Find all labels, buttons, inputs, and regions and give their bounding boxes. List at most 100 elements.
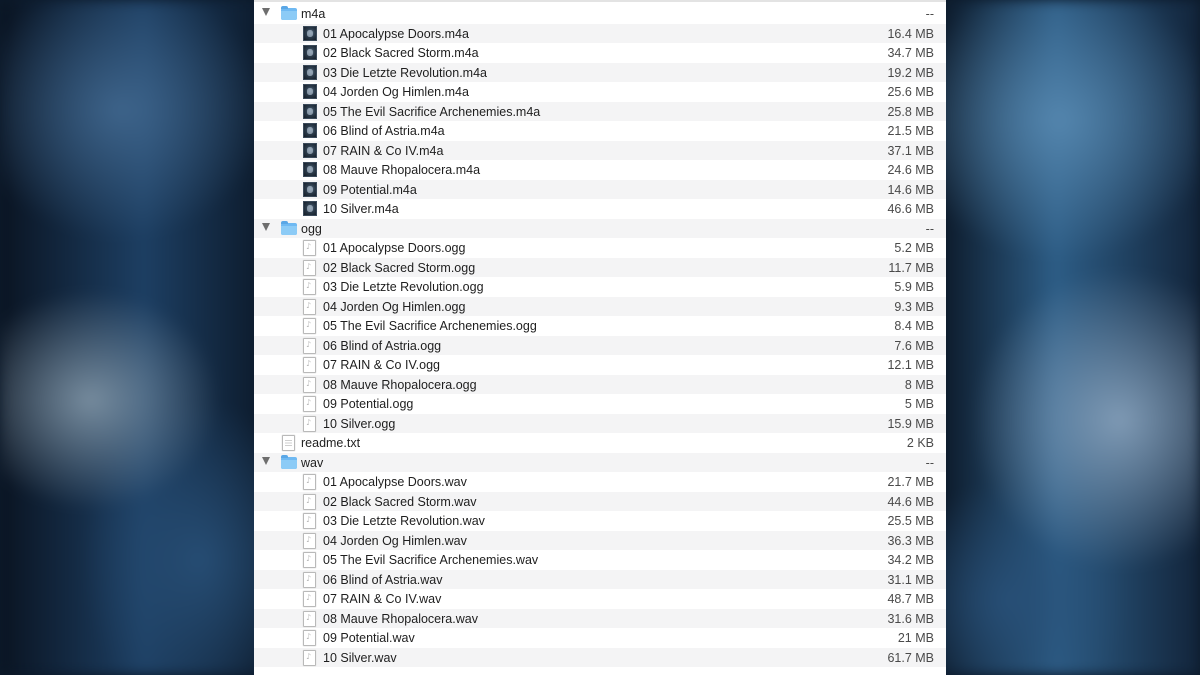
file-row[interactable]: 01 Apocalypse Doors.m4a 16.4 MB (254, 23, 946, 43)
m4a-file-icon (303, 181, 317, 197)
file-name: 09 Potential.wav (323, 631, 415, 645)
file-size: 21.7 MB (887, 475, 934, 489)
file-size: -- (925, 455, 934, 470)
file-row[interactable]: 01 Apocalypse Doors.wav 21.7 MB (254, 472, 946, 492)
file-name: 09 Potential.m4a (323, 182, 417, 197)
file-row[interactable]: 07 RAIN & Co IV.ogg 12.1 MB (254, 355, 946, 375)
file-name: 06 Blind of Astria.m4a (323, 124, 445, 138)
file-row[interactable]: 02 Black Sacred Storm.wav 44.6 MB (254, 491, 946, 511)
file-row[interactable]: 02 Black Sacred Storm.m4a 34.7 MB (254, 43, 946, 63)
file-size: 7.6 MB (894, 338, 934, 353)
text-file-icon (282, 435, 295, 451)
file-size: 21 MB (897, 631, 934, 645)
file-row[interactable]: 05 The Evil Sacrifice Archenemies.wav 34.… (254, 550, 946, 570)
file-name: 02 Black Sacred Storm.ogg (323, 260, 476, 275)
m4a-file-icon (303, 64, 317, 80)
file-row[interactable]: 05 The Evil Sacrifice Archenemies.m4a 25.… (254, 101, 946, 121)
file-name: 05 The Evil Sacrifice Archenemies.ogg (323, 319, 537, 333)
m4a-file-icon (303, 142, 317, 158)
folder-row[interactable]: ogg -- (254, 218, 946, 238)
file-size: 34.7 MB (887, 46, 934, 60)
file-row[interactable]: 03 Die Letzte Revolution.m4a 19.2 MB (254, 62, 946, 82)
file-size: 5.9 MB (894, 280, 934, 294)
file-name: 01 Apocalypse Doors.m4a (323, 26, 469, 41)
audio-file-icon (303, 493, 316, 510)
file-size: 5 MB (904, 397, 934, 411)
file-name: 09 Potential.ogg (323, 397, 414, 411)
file-row[interactable]: 10 Silver.wav 61.7 MB (254, 647, 946, 667)
file-name: 02 Black Sacred Storm.m4a (323, 46, 479, 60)
file-row[interactable]: 08 Mauve Rhopalocera.m4a 24.6 MB (254, 160, 946, 180)
audio-file-icon (303, 298, 316, 315)
disclosure-triangle-icon[interactable] (262, 456, 270, 465)
file-name: 03 Die Letzte Revolution.wav (323, 514, 485, 528)
folder-icon (281, 220, 297, 235)
audio-file-icon (303, 259, 316, 276)
file-name: 08 Mauve Rhopalocera.m4a (323, 163, 481, 177)
file-name: 04 Jorden Og Himlen.ogg (323, 299, 466, 314)
m4a-file-icon (303, 162, 317, 177)
file-row[interactable]: 03 Die Letzte Revolution.ogg 5.9 MB (254, 277, 946, 297)
file-size: 8 MB (904, 377, 934, 392)
file-name: 04 Jorden Og Himlen.m4a (323, 85, 469, 99)
file-row[interactable]: 09 Potential.wav 21 MB (254, 628, 946, 648)
file-row[interactable]: 09 Potential.ogg 5 MB (254, 394, 946, 414)
m4a-file-icon (303, 201, 317, 216)
file-row[interactable]: 09 Potential.m4a 14.6 MB (254, 179, 946, 199)
file-row[interactable]: 02 Black Sacred Storm.ogg 11.7 MB (254, 257, 946, 277)
file-size: 25.6 MB (887, 85, 934, 99)
file-name: 05 The Evil Sacrifice Archenemies.wav (323, 553, 539, 567)
m4a-file-icon (303, 25, 317, 41)
finder-list-window: m4a -- 01 Apocalypse Doors.m4a 16.4 MB 02 Bl… (254, 0, 946, 675)
file-size: -- (925, 221, 934, 236)
file-size: 44.6 MB (887, 494, 934, 509)
disclosure-triangle-icon[interactable] (262, 222, 270, 231)
file-row[interactable]: 04 Jorden Og Himlen.m4a 25.6 MB (254, 82, 946, 102)
audio-file-icon (303, 337, 316, 354)
audio-file-icon (303, 240, 316, 256)
folder-row[interactable]: wav -- (254, 452, 946, 472)
file-size: 14.6 MB (887, 182, 934, 197)
file-row[interactable]: 05 The Evil Sacrifice Archenemies.ogg 8.4… (254, 316, 946, 336)
file-name: m4a (301, 7, 326, 21)
file-size: 31.1 MB (887, 572, 934, 587)
file-row[interactable]: 06 Blind of Astria.ogg 7.6 MB (254, 335, 946, 355)
file-row[interactable]: 08 Mauve Rhopalocera.ogg 8 MB (254, 374, 946, 394)
file-row[interactable]: 10 Silver.ogg 15.9 MB (254, 413, 946, 433)
file-size: 24.6 MB (887, 163, 934, 177)
file-row[interactable]: 07 RAIN & Co IV.wav 48.7 MB (254, 589, 946, 609)
audio-file-icon (303, 552, 316, 568)
file-row[interactable]: 06 Blind of Astria.m4a 21.5 MB (254, 121, 946, 141)
audio-file-icon (303, 649, 316, 666)
audio-file-icon (303, 591, 316, 607)
file-name: 10 Silver.ogg (323, 416, 396, 431)
file-name: 03 Die Letzte Revolution.ogg (323, 280, 484, 294)
audio-file-icon (303, 318, 316, 334)
file-row[interactable]: 01 Apocalypse Doors.ogg 5.2 MB (254, 238, 946, 258)
m4a-file-icon (303, 123, 317, 138)
file-row[interactable]: 08 Mauve Rhopalocera.wav 31.6 MB (254, 608, 946, 628)
file-name: 07 RAIN & Co IV.m4a (323, 143, 444, 158)
file-name: wav (301, 455, 324, 470)
file-row[interactable]: 10 Silver.m4a 46.6 MB (254, 199, 946, 219)
file-name: 10 Silver.m4a (323, 202, 399, 216)
file-row[interactable]: 07 RAIN & Co IV.m4a 37.1 MB (254, 140, 946, 160)
file-name: 07 RAIN & Co IV.ogg (323, 358, 440, 372)
folder-row[interactable]: m4a -- (254, 4, 946, 24)
file-size: 37.1 MB (887, 143, 934, 158)
file-row[interactable]: 04 Jorden Og Himlen.wav 36.3 MB (254, 530, 946, 550)
file-size: 12.1 MB (887, 358, 934, 372)
file-name: 02 Black Sacred Storm.wav (323, 494, 477, 509)
audio-file-icon (303, 610, 316, 627)
m4a-file-icon (303, 84, 317, 99)
file-name: 01 Apocalypse Doors.wav (323, 475, 467, 489)
file-name: 04 Jorden Og Himlen.wav (323, 533, 467, 548)
file-row[interactable]: 04 Jorden Og Himlen.ogg 9.3 MB (254, 296, 946, 316)
file-row[interactable]: 03 Die Letzte Revolution.wav 25.5 MB (254, 511, 946, 531)
file-size: 16.4 MB (887, 26, 934, 41)
file-row[interactable]: readme.txt 2 KB (254, 433, 946, 453)
file-name: 07 RAIN & Co IV.wav (323, 592, 442, 606)
disclosure-triangle-icon[interactable] (262, 8, 270, 16)
file-row[interactable]: 06 Blind of Astria.wav 31.1 MB (254, 569, 946, 589)
audio-file-icon (303, 532, 316, 549)
